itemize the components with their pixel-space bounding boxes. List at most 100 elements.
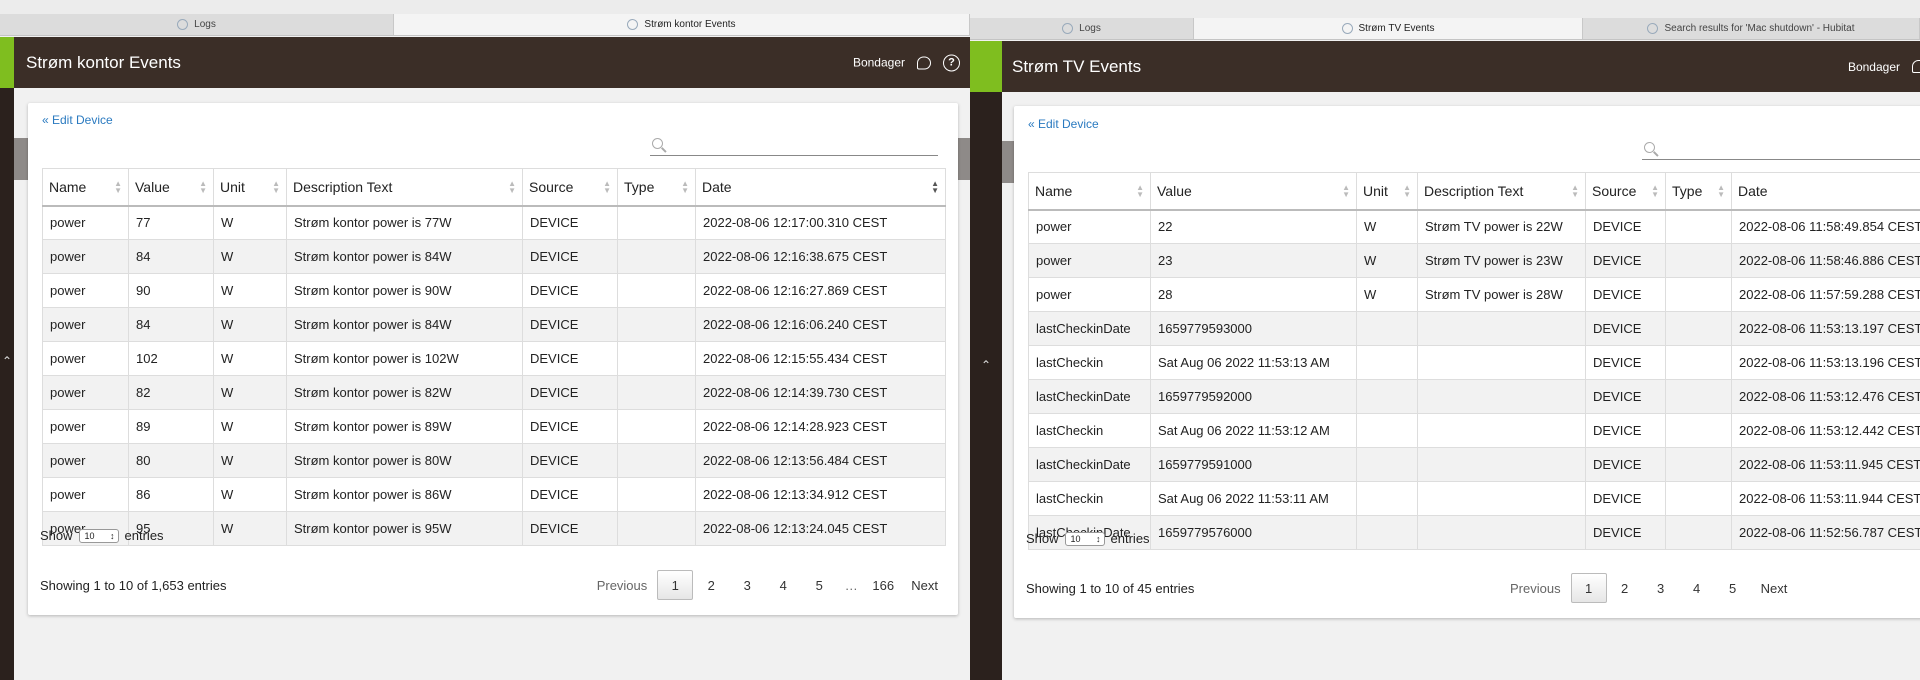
app-header: Strøm TV Events Bondager [970, 41, 1920, 92]
tab-strom-tv-events[interactable]: Strøm TV Events [1194, 18, 1583, 39]
page-length-select[interactable]: 10 [78, 528, 119, 543]
column-header-description-text[interactable]: Description Text ▲ ▼ [1417, 172, 1586, 211]
table-cell: lastCheckin [1028, 413, 1151, 448]
page-button[interactable]: 3 [729, 570, 765, 600]
column-header-value[interactable]: Value ▲ ▼ [128, 168, 214, 207]
table-cell: W [213, 307, 287, 342]
column-header-name[interactable]: Name ▲ ▼ [1028, 172, 1151, 211]
search-input[interactable] [650, 136, 938, 156]
page-button[interactable]: 1 [657, 570, 694, 600]
table-cell: 2022-08-06 11:53:12.476 CEST [1731, 379, 1920, 414]
page-button[interactable]: 166 [865, 570, 901, 600]
hub-name[interactable]: Bondager [1848, 60, 1900, 74]
table-cell: DEVICE [1585, 243, 1666, 278]
table-cell: W [213, 409, 287, 444]
tab-label: Search results for 'Mac shutdown' - Hubi… [1664, 23, 1855, 34]
table-cell: Strøm kontor power is 82W [286, 375, 523, 410]
table-cell: 2022-08-06 12:13:56.484 CEST [695, 443, 946, 478]
table-header-row: Name ▲ ▼ Value ▲ ▼ Unit ▲ ▼ Description Text ▲ ▼… [1028, 172, 1920, 211]
table-cell: Strøm TV power is 23W [1417, 243, 1586, 278]
hubitat-favicon-icon [1062, 23, 1074, 34]
events-panel: « Edit Device Name ▲ ▼ Value ▲ ▼ Unit ▲ ▼ Desc… [1014, 106, 1920, 618]
table-cell [1356, 311, 1418, 346]
page-button[interactable]: 2 [693, 570, 729, 600]
page-length-control: Show 10 entries [40, 528, 164, 543]
column-header-unit[interactable]: Unit ▲ ▼ [213, 168, 287, 207]
chat-icon[interactable] [1912, 60, 1920, 73]
chevron-up-icon[interactable]: ⌃ [0, 354, 14, 368]
table-cell [1665, 413, 1732, 448]
sort-icon: ▲ ▼ [272, 178, 280, 195]
table-cell [1665, 379, 1732, 414]
previous-page-button[interactable]: Previous [1500, 573, 1571, 603]
next-page-button[interactable]: Next [1751, 573, 1798, 603]
tab-logs[interactable]: Logs [970, 18, 1194, 39]
edit-device-link[interactable]: « Edit Device [1028, 117, 1099, 131]
pagination: Previous 1 2 3 4 5 Next [1500, 573, 1797, 603]
column-header-date[interactable]: Date ▲ ▼ [695, 168, 946, 207]
table-cell: 2022-08-06 12:14:28.923 CEST [695, 409, 946, 444]
table-cell: 2022-08-06 11:53:12.442 CEST [1731, 413, 1920, 448]
tab-label: Logs [1079, 23, 1101, 34]
column-header-value[interactable]: Value ▲ ▼ [1150, 172, 1357, 211]
table-cell: power [42, 341, 129, 376]
column-header-date[interactable]: Date [1731, 172, 1920, 211]
chevron-up-icon[interactable]: ⌃ [970, 358, 1002, 372]
page-button[interactable]: 5 [1715, 573, 1751, 603]
table-cell: 2022-08-06 11:53:13.196 CEST [1731, 345, 1920, 380]
sort-icon: ▲ ▼ [508, 178, 516, 195]
table-cell: 2022-08-06 12:16:06.240 CEST [695, 307, 946, 342]
page-button[interactable]: 4 [765, 570, 801, 600]
previous-page-button[interactable]: Previous [587, 570, 658, 600]
table-cell: 2022-08-06 11:58:49.854 CEST [1731, 209, 1920, 244]
table-cell [1417, 413, 1586, 448]
table-cell: 2022-08-06 11:53:11.945 CEST [1731, 447, 1920, 482]
edit-device-link[interactable]: « Edit Device [42, 113, 113, 127]
table-cell: power [42, 273, 129, 308]
page-button[interactable]: 5 [801, 570, 837, 600]
sort-icon: ▲ ▼ [1651, 182, 1659, 199]
page-button[interactable]: 2 [1607, 573, 1643, 603]
sort-icon: ▲ ▼ [1717, 182, 1725, 199]
table-cell: DEVICE [1585, 413, 1666, 448]
page-button[interactable]: 4 [1679, 573, 1715, 603]
table-cell: Strøm kontor power is 84W [286, 307, 523, 342]
next-page-button[interactable]: Next [901, 570, 948, 600]
left-browser-window: Logs Strøm kontor Events Strøm kontor Ev… [0, 0, 970, 680]
table-cell: 2022-08-06 11:57:59.288 CEST [1731, 277, 1920, 312]
table-cell [1356, 413, 1418, 448]
page-title: Strøm TV Events [1012, 56, 1142, 76]
column-header-unit[interactable]: Unit ▲ ▼ [1356, 172, 1418, 211]
tab-logs[interactable]: Logs [0, 14, 394, 35]
table-row: power 90 W Strøm kontor power is 90W DEVICE 2… [42, 273, 946, 308]
table-cell [617, 307, 696, 342]
tab-search-results[interactable]: Search results for 'Mac shutdown' - Hubi… [1583, 18, 1920, 39]
column-header-name[interactable]: Name ▲ ▼ [42, 168, 129, 207]
column-header-description-text[interactable]: Description Text ▲ ▼ [286, 168, 523, 207]
search-input[interactable] [1642, 140, 1920, 160]
table-cell: W [1356, 277, 1418, 312]
table-cell: Sat Aug 06 2022 11:53:11 AM [1150, 481, 1357, 516]
table-info: Showing 1 to 10 of 45 entries [1026, 581, 1195, 596]
hub-name[interactable]: Bondager [853, 56, 905, 70]
help-icon[interactable]: ? [943, 54, 960, 71]
table-cell: DEVICE [522, 409, 618, 444]
table-cell: power [42, 205, 129, 240]
column-header-source[interactable]: Source ▲ ▼ [1585, 172, 1666, 211]
column-header-source[interactable]: Source ▲ ▼ [522, 168, 618, 207]
table-cell: Strøm kontor power is 89W [286, 409, 523, 444]
tab-strom-kontor-events[interactable]: Strøm kontor Events [394, 14, 970, 35]
page-button[interactable]: 1 [1570, 573, 1607, 603]
page-button[interactable]: 3 [1643, 573, 1679, 603]
table-row: power 22 W Strøm TV power is 22W DEVICE 2022-… [1028, 209, 1920, 244]
column-header-type[interactable]: Type ▲ ▼ [617, 168, 696, 207]
page-length-select[interactable]: 10 [1064, 531, 1105, 546]
table-row: lastCheckinDate 1659779591000 DEVICE 2022-0… [1028, 447, 1920, 482]
menu-accent-bar[interactable] [970, 41, 1002, 92]
table-cell: Strøm kontor power is 95W [286, 511, 523, 546]
table-cell: W [213, 273, 287, 308]
menu-accent-bar[interactable] [0, 37, 14, 88]
chat-icon[interactable] [917, 56, 931, 69]
table-cell: DEVICE [522, 273, 618, 308]
column-header-type[interactable]: Type ▲ ▼ [1665, 172, 1732, 211]
